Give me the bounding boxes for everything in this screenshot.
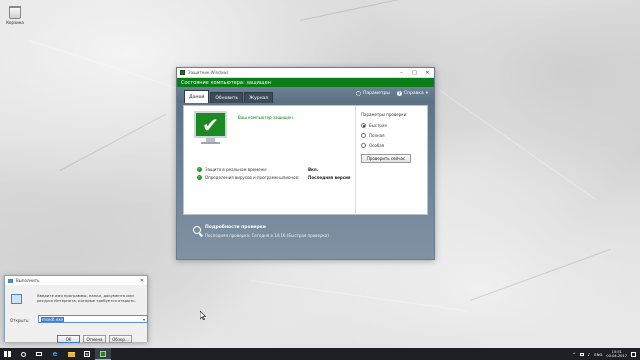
scan-option-label: Полная — [369, 133, 385, 138]
language-indicator[interactable]: ENG — [594, 352, 602, 357]
clock-date: 03.04.2017 — [606, 354, 627, 358]
scan-options-panel: Параметры проверки: Быстрая Полная Особа… — [355, 106, 427, 214]
checkmark-icon: ✔ — [202, 112, 219, 137]
defender-body: ✔ Ваш компьютер защищен. ✓ Защита в реал… — [177, 103, 434, 259]
wallpaper-crease — [29, 40, 183, 91]
recycle-bin-shortcut[interactable]: Корзина — [4, 6, 26, 25]
open-input[interactable]: msedt.exe ▾ — [38, 315, 148, 323]
wallpaper-crease — [469, 248, 612, 301]
monitor-base — [201, 142, 220, 144]
run-title: Выполнить — [16, 278, 40, 283]
chevron-down-icon: ▾ — [425, 91, 428, 96]
defender-window: Защитник Windows – □ ✕ Состояние компьют… — [176, 67, 435, 260]
run-dialog: Выполнить ✕ Введите имя программы, папки… — [4, 275, 148, 343]
status-row-label: Защита в реальном времени: — [205, 166, 268, 172]
recycle-bin-label: Корзина — [6, 20, 24, 25]
title-bar[interactable]: Защитник Windows – □ ✕ — [177, 68, 434, 78]
taskbar: e ▤ ^ ♪ ENG 15:51 03.04.2017 — [0, 348, 640, 360]
ok-button[interactable]: OK — [57, 335, 80, 343]
check-circle-icon: ✓ — [197, 174, 202, 180]
settings-link[interactable]: Параметры — [355, 91, 390, 96]
wallpaper-crease — [299, 0, 496, 21]
scan-option-label: Быстрая — [369, 123, 387, 128]
home-panel: ✔ Ваш компьютер защищен. ✓ Защита в реал… — [183, 105, 428, 215]
scan-now-button[interactable]: Проверить сейчас — [361, 154, 411, 163]
close-button[interactable]: ✕ — [137, 278, 147, 284]
chevron-up-icon[interactable]: ^ — [572, 352, 575, 357]
scan-details-text: Последняя проверка: Сегодня в 14:16 (Быс… — [205, 233, 329, 238]
run-title-bar[interactable]: Выполнить ✕ — [5, 276, 147, 285]
radio-button[interactable] — [361, 123, 366, 128]
radio-button[interactable] — [361, 133, 366, 138]
help-link[interactable]: ? Справка ▾ — [396, 91, 428, 96]
chevron-down-icon[interactable]: ▾ — [141, 317, 147, 322]
browse-button[interactable]: Обзор... — [109, 335, 132, 343]
gear-icon — [355, 91, 361, 96]
status-rows: ✓ Защита в реальном времени: Вкл. ✓ Опре… — [197, 165, 364, 181]
task-view-icon — [36, 352, 42, 356]
close-button[interactable]: ✕ — [421, 68, 434, 77]
file-explorer-button[interactable] — [63, 348, 79, 360]
status-area: ✔ Ваш компьютер защищен. ✓ Защита в реал… — [184, 106, 355, 214]
protected-text: Ваш компьютер защищен. — [238, 115, 295, 120]
search-icon — [20, 351, 26, 357]
scan-option-custom[interactable]: Особая — [361, 143, 422, 148]
task-view-button[interactable] — [31, 348, 47, 360]
status-row-label: Определения вирусов и программ-шпионов: — [205, 174, 300, 180]
wallpaper-crease — [249, 280, 468, 312]
tab-bar: Домой Обновить Журнал Параметры ? Справк… — [177, 87, 434, 103]
cancel-button[interactable]: Отмена — [83, 335, 106, 343]
maximize-button[interactable]: □ — [408, 68, 421, 77]
status-banner: Состояние компьютера: защищен — [177, 78, 434, 87]
status-row-value: Последняя версия — [308, 174, 351, 180]
help-label: Справка — [403, 91, 424, 96]
defender-icon — [100, 350, 106, 357]
scan-option-quick[interactable]: Быстрая — [361, 123, 422, 128]
open-label: Открыть: — [10, 318, 30, 323]
magnifier-icon — [193, 226, 201, 234]
run-program-icon — [11, 294, 22, 304]
defender-app-icon — [180, 70, 185, 75]
scan-option-full[interactable]: Полная — [361, 133, 422, 138]
help-icon: ? — [396, 91, 402, 96]
protected-monitor-icon: ✔ — [194, 111, 227, 138]
recycle-bin-icon — [9, 6, 21, 19]
scan-options-header: Параметры проверки: — [361, 112, 408, 117]
scan-details-title: Подробности проверки — [205, 225, 266, 230]
clock[interactable]: 15:51 03.04.2017 — [606, 350, 627, 359]
window-title: Защитник Windows — [188, 70, 229, 75]
search-button[interactable] — [15, 348, 31, 360]
volume-icon[interactable]: ♪ — [588, 352, 590, 357]
file-explorer-icon — [67, 351, 75, 357]
run-body: Введите имя программы, папки, документа … — [5, 285, 148, 343]
start-button[interactable] — [0, 348, 15, 360]
settings-label: Параметры — [362, 91, 390, 96]
windows-start-icon — [4, 350, 11, 358]
wallpaper-crease — [59, 113, 167, 171]
tab-home[interactable]: Домой — [184, 90, 210, 103]
radio-button[interactable] — [361, 143, 366, 148]
scan-details: Подробности проверки Последняя проверка:… — [193, 225, 329, 238]
status-row: ✓ Защита в реальном времени: Вкл. — [197, 165, 364, 173]
open-input-value: msedt.exe — [41, 316, 64, 322]
tab-history[interactable]: Журнал — [244, 92, 274, 103]
status-row: ✓ Определения вирусов и программ-шпионов… — [197, 173, 364, 181]
system-tray: ^ ♪ ENG 15:51 03.04.2017 — [572, 350, 640, 359]
edge-button[interactable]: e — [47, 348, 63, 360]
defender-taskbar-button[interactable] — [95, 348, 111, 360]
check-circle-icon: ✓ — [197, 166, 202, 172]
wallpaper-crease — [439, 90, 596, 200]
store-icon: ▤ — [84, 351, 90, 357]
edge-icon: e — [52, 349, 58, 358]
status-row-value: Вкл. — [308, 166, 319, 172]
network-icon[interactable] — [579, 352, 584, 356]
tab-update[interactable]: Обновить — [210, 92, 244, 103]
store-button[interactable]: ▤ — [79, 348, 95, 360]
notification-icon[interactable] — [631, 351, 636, 357]
run-description: Введите имя программы, папки, документа … — [37, 293, 136, 303]
minimize-button[interactable]: – — [395, 68, 408, 77]
run-app-icon — [8, 278, 13, 283]
scan-option-label: Особая — [369, 143, 385, 148]
